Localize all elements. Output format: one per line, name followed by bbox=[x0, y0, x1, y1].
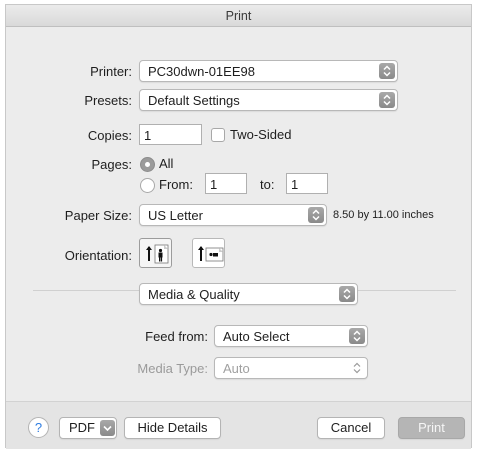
stepper-icon bbox=[349, 360, 365, 376]
stepper-icon bbox=[379, 92, 395, 108]
panel-value: Media & Quality bbox=[148, 287, 240, 302]
two-sided-checkbox[interactable] bbox=[211, 128, 225, 142]
copies-value: 1 bbox=[144, 128, 152, 143]
stepper-icon bbox=[379, 63, 395, 79]
printer-popup[interactable]: PC30dwn-01EE98 bbox=[139, 60, 398, 82]
printer-value: PC30dwn-01EE98 bbox=[148, 64, 255, 79]
portrait-icon bbox=[146, 244, 169, 264]
pages-from-label: From: bbox=[159, 177, 193, 192]
paper-dimensions: 8.50 by 11.00 inches bbox=[333, 209, 434, 221]
orientation-label: Orientation: bbox=[64, 248, 132, 263]
chevron-down-icon bbox=[100, 420, 115, 436]
copies-label: Copies: bbox=[87, 128, 132, 143]
footer-bar: ? PDF Hide Details Cancel Print bbox=[6, 401, 471, 449]
stepper-icon bbox=[349, 328, 365, 344]
two-sided-label: Two-Sided bbox=[230, 127, 292, 142]
presets-popup[interactable]: Default Settings bbox=[139, 89, 398, 111]
print-button[interactable]: Print bbox=[398, 417, 465, 439]
landscape-orientation-button[interactable] bbox=[192, 238, 225, 268]
stepper-icon bbox=[308, 207, 324, 223]
pdf-label: PDF bbox=[69, 420, 95, 435]
media-type-value: Auto bbox=[223, 361, 250, 376]
pages-from-field[interactable]: 1 bbox=[205, 173, 247, 194]
pages-to-field[interactable]: 1 bbox=[286, 173, 328, 194]
feed-from-label: Feed from: bbox=[145, 329, 208, 344]
panel-popup[interactable]: Media & Quality bbox=[139, 283, 358, 305]
paper-size-label: Paper Size: bbox=[64, 208, 132, 223]
pages-from-radio[interactable] bbox=[140, 178, 155, 193]
hide-details-button[interactable]: Hide Details bbox=[124, 417, 221, 439]
pages-to-label: to: bbox=[260, 177, 275, 192]
pdf-menu-button[interactable]: PDF bbox=[59, 417, 117, 439]
feed-from-popup[interactable]: Auto Select bbox=[214, 325, 368, 347]
cancel-button[interactable]: Cancel bbox=[317, 417, 385, 439]
landscape-icon bbox=[198, 246, 224, 262]
pages-all-radio[interactable] bbox=[140, 157, 155, 172]
pages-to-value: 1 bbox=[291, 177, 299, 192]
media-type-popup[interactable]: Auto bbox=[214, 357, 368, 379]
title-bar: Print bbox=[6, 5, 471, 27]
presets-label: Presets: bbox=[84, 93, 132, 108]
window-title: Print bbox=[225, 9, 252, 23]
stepper-icon bbox=[339, 286, 355, 302]
print-dialog: Print Printer: PC30dwn-01EE98 Presets: D… bbox=[5, 4, 472, 449]
paper-size-popup[interactable]: US Letter bbox=[139, 204, 327, 226]
printer-label: Printer: bbox=[90, 64, 132, 79]
pages-from-value: 1 bbox=[210, 177, 218, 192]
copies-field[interactable]: 1 bbox=[139, 124, 202, 145]
portrait-orientation-button[interactable] bbox=[139, 238, 172, 268]
feed-from-value: Auto Select bbox=[223, 329, 290, 344]
pages-all-label: All bbox=[159, 156, 174, 171]
presets-value: Default Settings bbox=[148, 93, 240, 108]
pages-label: Pages: bbox=[91, 157, 132, 172]
media-type-label: Media Type: bbox=[137, 361, 208, 376]
help-button[interactable]: ? bbox=[28, 417, 49, 438]
paper-size-value: US Letter bbox=[148, 208, 203, 223]
